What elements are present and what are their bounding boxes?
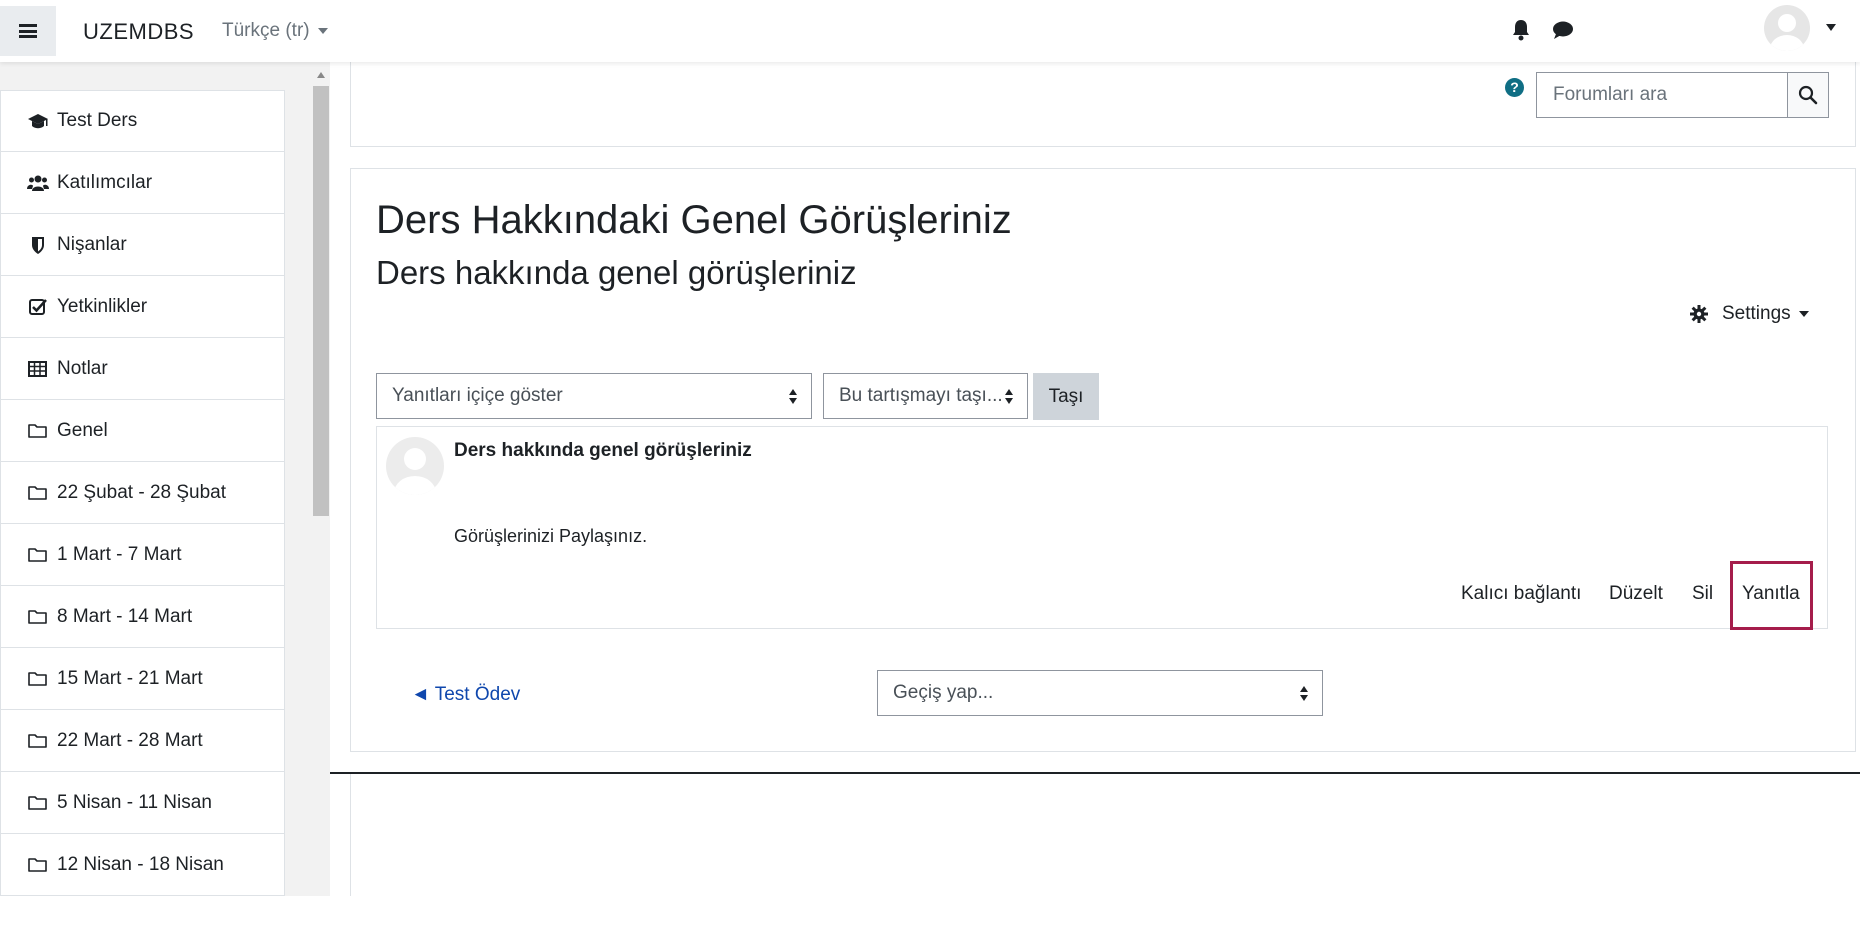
search-icon [1798,85,1818,105]
sidebar-item-week-7[interactable]: 12 Nisan - 18 Nisan [0,834,285,896]
search-button[interactable] [1787,72,1829,118]
sidebar-item-label: 22 Mart - 28 Mart [57,729,203,751]
scroll-up-arrow-icon[interactable] [317,72,325,78]
reply-highlight-box [1730,561,1813,630]
discussion-subtitle: Ders hakkında genel görüşleriniz [376,254,857,291]
user-silhouette-icon [1770,14,1804,51]
top-navbar: UZEMDBS Türkçe ‎(tr)‎ [0,0,1860,62]
move-discussion-value: Bu tartışmayı taşı... [839,385,1003,406]
sidebar-item-katilimcilar[interactable]: Katılımcılar [0,152,285,214]
folder-icon [28,547,47,562]
bell-icon[interactable] [1511,19,1531,41]
display-mode-value: Yanıtları içiçe göster [392,385,563,406]
folder-icon [28,423,47,438]
folder-icon [28,795,47,810]
sidebar-item-label: 15 Mart - 21 Mart [57,667,203,689]
post-title: Ders hakkında genel görüşleriniz [454,440,752,461]
scrollbar-thumb[interactable] [313,86,329,516]
folder-icon [28,485,47,500]
site-brand[interactable]: UZEMDBS [83,19,194,45]
sidebar-item-label: Katılımcılar [57,171,153,193]
folder-icon [28,733,47,748]
sidebar-item-test-ders[interactable]: Test Ders [0,90,285,152]
sidebar-item-week-5[interactable]: 22 Mart - 28 Mart [0,710,285,772]
sidebar-item-week-4[interactable]: 15 Mart - 21 Mart [0,648,285,710]
user-menu-caret-icon[interactable] [1826,24,1836,31]
permalink-link[interactable]: Kalıcı bağlantı [1461,583,1581,605]
gear-icon [1690,305,1708,323]
sidebar-item-label: Notlar [57,357,108,379]
caret-down-icon [317,27,328,34]
sidebar-item-nisanlar[interactable]: Nişanlar [0,214,285,276]
caret-down-icon [1798,311,1809,317]
course-sidebar: Test Ders Katılımcılar Nişanlar Yetkinli… [0,62,330,896]
settings-menu[interactable]: Settings [1690,303,1809,325]
shield-icon [32,236,44,254]
select-arrows-icon [1300,686,1308,702]
sidebar-item-label: Test Ders [57,110,138,131]
jump-to-select[interactable]: Geçiş yap... [877,670,1323,716]
sidebar-item-label: 8 Mart - 14 Mart [57,605,193,627]
sidebar-item-label: 1 Mart - 7 Mart [57,543,182,565]
jump-to-value: Geçiş yap... [893,682,994,703]
users-icon [27,175,49,191]
chat-icon[interactable] [1552,20,1574,40]
page-footer-area [350,774,1860,896]
help-question-icon[interactable]: ? [1505,78,1524,97]
display-mode-select[interactable]: Yanıtları içiçe göster [376,373,812,419]
sidebar-nav-list: Test Ders Katılımcılar Nişanlar Yetkinli… [0,90,285,896]
sidebar-item-week-1[interactable]: 22 Şubat - 28 Şubat [0,462,285,524]
move-button[interactable]: Taşı [1033,373,1099,420]
sidebar-item-label: 12 Nisan - 18 Nisan [57,853,224,875]
sidebar-item-week-2[interactable]: 1 Mart - 7 Mart [0,524,285,586]
folder-icon [28,671,47,686]
select-arrows-icon [1005,389,1013,405]
hamburger-icon [19,24,37,38]
sidebar-item-label: Nişanlar [57,233,127,255]
user-silhouette-icon [394,448,436,495]
graduation-cap-icon [28,114,48,129]
sidebar-item-label: Genel [57,419,108,441]
sidebar-item-genel[interactable]: Genel [0,400,285,462]
move-discussion-select[interactable]: Bu tartışmayı taşı... [823,373,1028,419]
hamburger-menu-button[interactable] [0,6,56,56]
sidebar-item-notlar[interactable]: Notlar [0,338,285,400]
folder-icon [28,857,47,872]
forum-search-input[interactable] [1536,72,1788,118]
sidebar-item-week-3[interactable]: 8 Mart - 14 Mart [0,586,285,648]
folder-icon [28,609,47,624]
sidebar-item-label: Yetkinlikler [57,295,148,317]
select-arrows-icon [789,389,797,405]
sidebar-item-label: 22 Şubat - 28 Şubat [57,481,227,503]
page-title: Ders Hakkındaki Genel Görüşleriniz [376,198,1012,242]
previous-activity-link[interactable]: ◄ Test Ödev [411,684,520,706]
table-icon [28,360,47,377]
delete-link[interactable]: Sil [1692,583,1713,605]
settings-label: Settings [1722,303,1791,324]
post-body: Görüşlerinizi Paylaşınız. [454,526,648,546]
checkbox-icon [29,298,47,315]
sidebar-item-week-6[interactable]: 5 Nisan - 11 Nisan [0,772,285,834]
user-avatar[interactable] [1764,5,1810,51]
language-menu[interactable]: Türkçe ‎(tr)‎ [222,20,328,42]
language-label: Türkçe ‎(tr)‎ [222,20,310,41]
edit-link[interactable]: Düzelt [1609,583,1663,605]
sidebar-item-yetkinlikler[interactable]: Yetkinlikler [0,276,285,338]
sidebar-item-label: 5 Nisan - 11 Nisan [57,791,212,813]
sidebar-scrollbar[interactable] [312,62,330,896]
post-author-avatar[interactable] [386,437,444,495]
